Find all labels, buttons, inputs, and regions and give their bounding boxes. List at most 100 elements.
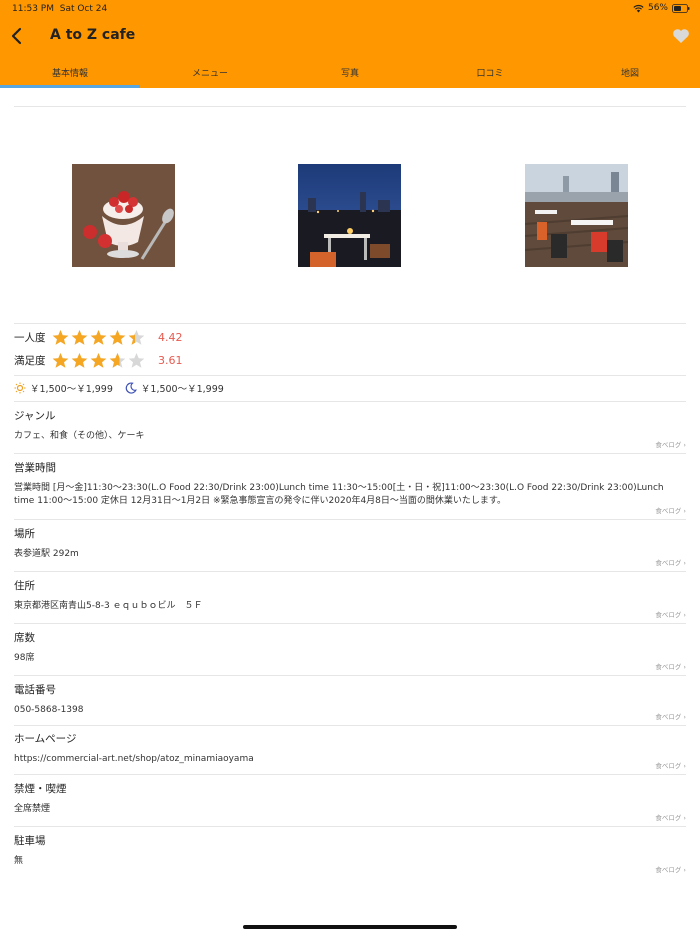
- section-title: 住所: [14, 580, 35, 592]
- favorite-heart-icon[interactable]: [672, 28, 690, 44]
- star-icon: [71, 330, 88, 345]
- status-bar: 11:53 PM Sat Oct 24 56%: [0, 0, 700, 18]
- section-title: 席数: [14, 632, 35, 644]
- tab-label: 口コミ: [476, 69, 504, 79]
- divider: [14, 826, 686, 827]
- section-value: 表参道駅 292m: [14, 549, 79, 559]
- section-value: 全席禁煙: [14, 804, 51, 814]
- page-title: A to Z cafe: [50, 27, 136, 43]
- star-fill: [71, 353, 88, 368]
- tabelog-link[interactable]: 食べログ ›: [655, 557, 686, 567]
- status-clock: 11:53 PM: [12, 4, 54, 14]
- tabelog-link[interactable]: 食べログ ›: [655, 760, 686, 770]
- tab-basic-info[interactable]: 基本情報: [0, 58, 140, 88]
- section-hours: 営業時間 営業時間 [月～金]11:30～23:30(L.O Food 22:3…: [14, 460, 686, 518]
- status-time: 11:53 PM Sat Oct 24: [12, 4, 107, 14]
- status-date: Sat Oct 24: [59, 4, 108, 14]
- section-genre: ジャンル カフェ、和食（その他）、ケーキ 食べログ ›: [14, 408, 686, 452]
- section-value: 無: [14, 856, 24, 866]
- star-icon: [109, 353, 126, 368]
- battery-percent: 56%: [647, 3, 668, 13]
- star-rating: [51, 329, 146, 346]
- tabelog-link[interactable]: 食べログ ›: [655, 661, 686, 671]
- app-header: 11:53 PM Sat Oct 24 56% A to Z cafe 基本情報…: [0, 0, 700, 88]
- tab-label: 地図: [620, 69, 639, 79]
- photo-night-terrace[interactable]: [298, 164, 401, 267]
- section-location: 場所 表参道駅 292m 食べログ ›: [14, 526, 686, 570]
- divider: [14, 623, 686, 624]
- rating-value: 4.42: [158, 331, 183, 344]
- star-icon: [128, 353, 145, 368]
- lunch-price-text: ￥1,500～￥1,999: [30, 384, 113, 395]
- section-title: ジャンル: [14, 410, 56, 422]
- battery-icon: [672, 3, 690, 13]
- tab-label: 写真: [340, 69, 359, 79]
- tab-menu[interactable]: メニュー: [140, 58, 280, 88]
- star-fill: [90, 330, 107, 345]
- nav-bar: A to Z cafe: [0, 20, 700, 54]
- star-fill: [109, 330, 126, 345]
- divider: [14, 375, 686, 376]
- wifi-icon: [633, 4, 644, 13]
- rating-label: 一人度: [14, 332, 46, 344]
- section-value: 98席: [14, 653, 35, 663]
- tabelog-link[interactable]: 食べログ ›: [655, 864, 686, 874]
- star-icon: [90, 330, 107, 345]
- sun-icon: [14, 382, 26, 394]
- section-value: 営業時間 [月～金]11:30～23:30(L.O Food 22:30/Dri…: [14, 483, 664, 506]
- dinner-price-text: ￥1,500～￥1,999: [140, 384, 224, 395]
- rating-row-solo: 一人度 4.42: [14, 329, 183, 346]
- photo-day-terrace[interactable]: [525, 164, 628, 267]
- tab-reviews[interactable]: 口コミ: [420, 58, 560, 88]
- section-smoking: 禁煙・喫煙 全席禁煙 食べログ ›: [14, 781, 686, 825]
- homepage-link[interactable]: https://commercial-art.net/shop/atoz_min…: [14, 753, 686, 766]
- section-address: 住所 東京都港区南青山5-8-3 ｅｑｕｂｏビル ５Ｆ 食べログ ›: [14, 578, 686, 622]
- section-title: 電話番号: [14, 684, 56, 696]
- star-fill: [90, 353, 107, 368]
- divider: [14, 453, 686, 454]
- section-seats: 席数 98席 食べログ ›: [14, 630, 686, 674]
- section-title: 禁煙・喫煙: [14, 783, 67, 795]
- star-fill: [52, 330, 69, 345]
- star-empty: [128, 353, 145, 368]
- section-parking: 駐車場 無 食べログ ›: [14, 833, 686, 877]
- home-indicator[interactable]: [243, 925, 457, 929]
- tabelog-link[interactable]: 食べログ ›: [655, 505, 686, 515]
- tab-label: 基本情報: [51, 69, 88, 79]
- lunch-price: ￥1,500～￥1,999: [14, 381, 113, 395]
- tabelog-link[interactable]: 食べログ ›: [655, 609, 686, 619]
- section-title: 営業時間: [14, 462, 56, 474]
- star-icon: [109, 330, 126, 345]
- rating-value: 3.61: [158, 354, 183, 367]
- star-fill: [52, 353, 69, 368]
- section-value: カフェ、和食（その他）、ケーキ: [14, 431, 145, 441]
- tab-photos[interactable]: 写真: [280, 58, 420, 88]
- rating-row-satisfaction: 満足度 3.61: [14, 352, 183, 369]
- dinner-price: ￥1,500～￥1,999: [125, 381, 224, 395]
- tab-label: メニュー: [191, 69, 228, 79]
- section-homepage: ホームページ https://commercial-art.net/shop/a…: [14, 731, 686, 773]
- photo-strawberry-parfait[interactable]: [72, 164, 175, 267]
- tabelog-link[interactable]: 食べログ ›: [655, 812, 686, 822]
- star-icon: [52, 330, 69, 345]
- divider: [14, 725, 686, 726]
- divider: [14, 675, 686, 676]
- tabelog-link[interactable]: 食べログ ›: [655, 711, 686, 721]
- star-rating: [51, 352, 146, 369]
- star-icon: [52, 353, 69, 368]
- divider: [14, 106, 686, 107]
- tab-bar: 基本情報 メニュー 写真 口コミ 地図: [0, 58, 700, 88]
- status-right: 56%: [633, 3, 690, 13]
- back-chevron-icon[interactable]: [8, 26, 28, 46]
- star-icon: [71, 353, 88, 368]
- tab-map[interactable]: 地図: [560, 58, 700, 88]
- tabelog-link[interactable]: 食べログ ›: [655, 439, 686, 449]
- section-phone: 電話番号 050-5868-1398 食べログ ›: [14, 682, 686, 724]
- section-title: ホームページ: [14, 733, 77, 745]
- star-fill: [71, 330, 88, 345]
- star-icon: [128, 330, 145, 345]
- divider: [14, 401, 686, 402]
- moon-icon: [125, 382, 137, 394]
- section-title: 駐車場: [14, 835, 46, 847]
- phone-number[interactable]: 050-5868-1398: [14, 704, 686, 717]
